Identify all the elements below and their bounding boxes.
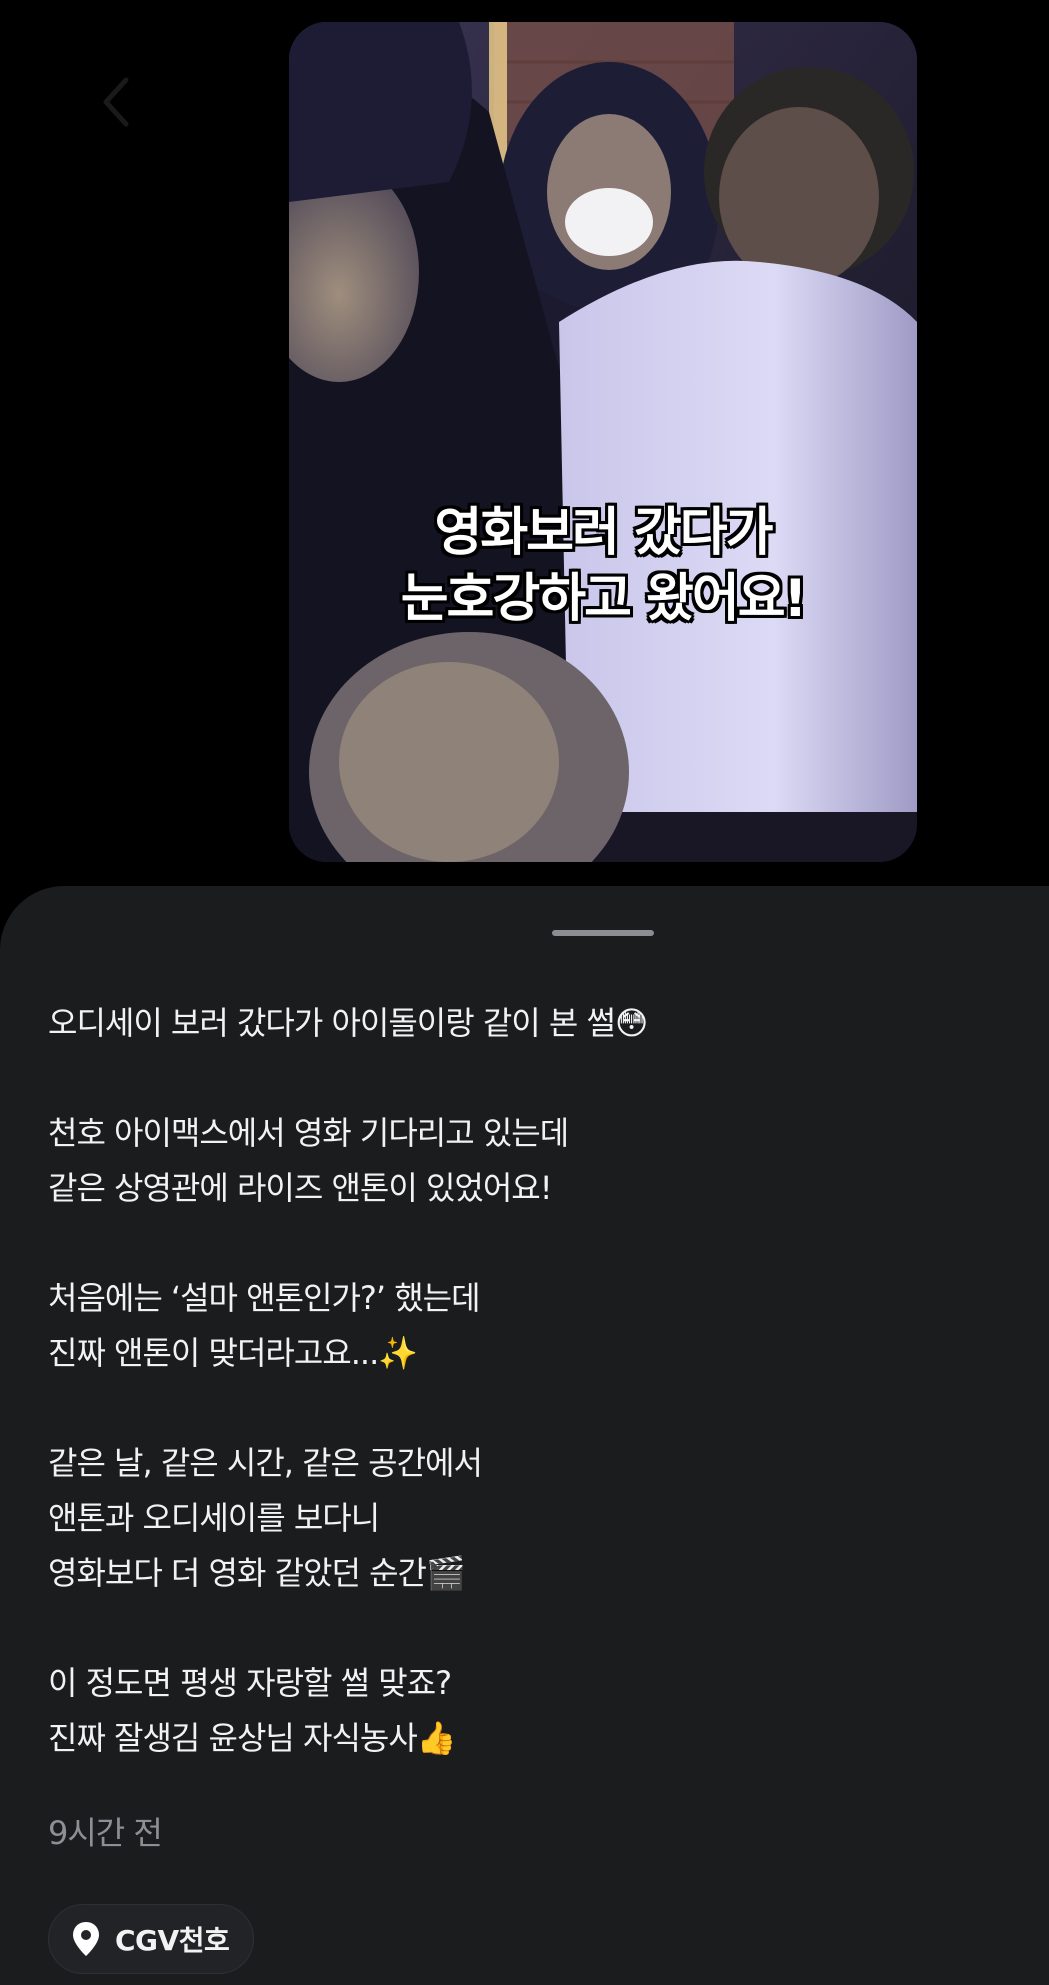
location-tag-button[interactable]: CGV천호 [48, 1904, 255, 1974]
caption-line: 영화보러 갔다가 [434, 503, 774, 563]
post-line: 같은 상영관에 라이즈 앤톤이 있었어요! [48, 1169, 553, 1207]
post-timestamp: 9시간 전 [48, 1814, 163, 1852]
video-frame-image [289, 22, 917, 862]
caption-line: 눈호강하고 왔어요! [400, 569, 808, 629]
back-button[interactable] [96, 72, 136, 132]
post-paragraph: 같은 날, 같은 시간, 같은 공간에서 앤톤과 오디세이를 보다니 영화보다 … [48, 1436, 1008, 1601]
post-body: 오디세이 보러 갔다가 아이돌이랑 같이 본 썰😳 천호 아이맥스에서 영화 기… [48, 996, 1008, 1766]
sheet-drag-handle[interactable] [552, 930, 654, 936]
post-line: 영화보다 더 영화 같았던 순간🎬 [48, 1554, 466, 1592]
post-paragraph: 천호 아이맥스에서 영화 기다리고 있는데 같은 상영관에 라이즈 앤톤이 있었… [48, 1106, 1008, 1216]
post-detail-sheet: 오디세이 보러 갔다가 아이돌이랑 같이 본 썰😳 천호 아이맥스에서 영화 기… [0, 886, 1049, 1985]
location-label: CGV천호 [115, 1924, 230, 1957]
post-line: 이 정도면 평생 자랑할 썰 맞죠? [48, 1664, 452, 1702]
post-paragraph: 처음에는 ‘설마 앤톤인가?’ 했는데 진짜 앤톤이 맞더라고요...✨ [48, 1271, 1008, 1381]
post-detail-screen: 영화보러 갔다가 눈호강하고 왔어요! 오디세이 보러 갔다가 아이돌이랑 같이… [0, 0, 1049, 1985]
post-line: 같은 날, 같은 시간, 같은 공간에서 [48, 1444, 483, 1482]
video-caption: 영화보러 갔다가 눈호강하고 왔어요! [289, 500, 917, 632]
post-paragraph: 이 정도면 평생 자랑할 썰 맞죠? 진짜 잘생김 윤상님 자식농사👍 [48, 1656, 1008, 1766]
chevron-left-icon [103, 77, 129, 127]
post-line: 처음에는 ‘설마 앤톤인가?’ 했는데 [48, 1279, 481, 1317]
post-line: 앤톤과 오디세이를 보다니 [48, 1499, 380, 1537]
post-line: 진짜 잘생김 윤상님 자식농사👍 [48, 1719, 457, 1757]
map-pin-icon [73, 1922, 99, 1956]
post-paragraph: 오디세이 보러 갔다가 아이돌이랑 같이 본 썰😳 [48, 996, 1008, 1051]
post-line: 천호 아이맥스에서 영화 기다리고 있는데 [48, 1114, 569, 1152]
post-line: 진짜 앤톤이 맞더라고요...✨ [48, 1334, 418, 1372]
video-thumbnail[interactable]: 영화보러 갔다가 눈호강하고 왔어요! [289, 22, 917, 862]
post-line: 오디세이 보러 갔다가 아이돌이랑 같이 본 썰😳 [48, 1004, 648, 1042]
